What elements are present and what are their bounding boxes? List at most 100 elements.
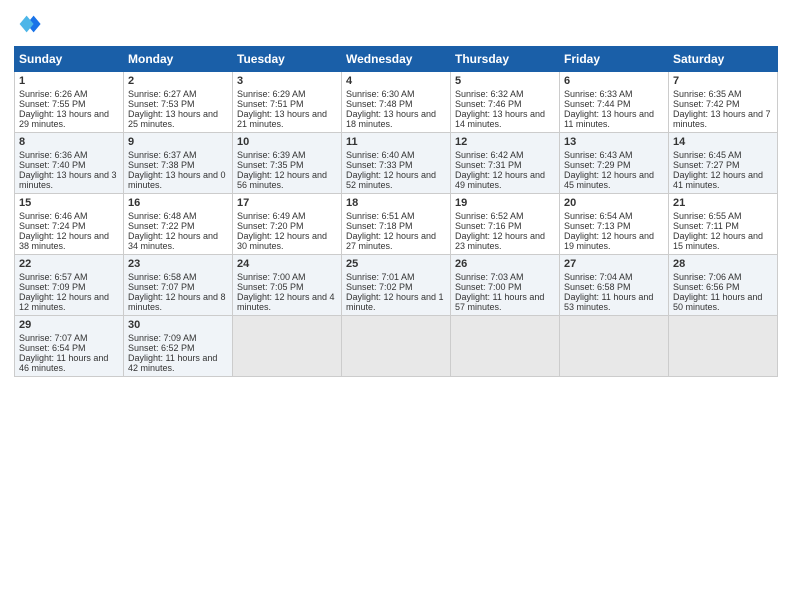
daylight: Daylight: 13 hours and 11 minutes. (564, 109, 654, 129)
col-header-thursday: Thursday (451, 47, 560, 72)
sunrise: Sunrise: 7:01 AM (346, 272, 415, 282)
daylight: Daylight: 12 hours and 52 minutes. (346, 170, 436, 190)
day-cell: 4Sunrise: 6:30 AMSunset: 7:48 PMDaylight… (342, 72, 451, 133)
daylight: Daylight: 12 hours and 23 minutes. (455, 231, 545, 251)
sunrise: Sunrise: 6:54 AM (564, 211, 633, 221)
day-number: 18 (346, 197, 446, 209)
day-number: 17 (237, 197, 337, 209)
sunrise: Sunrise: 6:48 AM (128, 211, 197, 221)
day-number: 4 (346, 75, 446, 87)
daylight: Daylight: 12 hours and 8 minutes. (128, 292, 226, 312)
day-number: 8 (19, 136, 119, 148)
sunset: Sunset: 6:54 PM (19, 343, 86, 353)
sunset: Sunset: 7:07 PM (128, 282, 195, 292)
day-cell (342, 316, 451, 377)
sunset: Sunset: 7:31 PM (455, 160, 522, 170)
day-number: 15 (19, 197, 119, 209)
daylight: Daylight: 13 hours and 7 minutes. (673, 109, 771, 129)
day-number: 10 (237, 136, 337, 148)
daylight: Daylight: 13 hours and 29 minutes. (19, 109, 109, 129)
day-number: 28 (673, 258, 773, 270)
daylight: Daylight: 13 hours and 0 minutes. (128, 170, 226, 190)
sunrise: Sunrise: 6:52 AM (455, 211, 524, 221)
sunrise: Sunrise: 6:35 AM (673, 89, 742, 99)
day-cell (669, 316, 778, 377)
day-number: 1 (19, 75, 119, 87)
sunset: Sunset: 7:00 PM (455, 282, 522, 292)
week-row-3: 15Sunrise: 6:46 AMSunset: 7:24 PMDayligh… (15, 194, 778, 255)
sunset: Sunset: 7:13 PM (564, 221, 631, 231)
calendar-table: SundayMondayTuesdayWednesdayThursdayFrid… (14, 46, 778, 377)
sunrise: Sunrise: 7:06 AM (673, 272, 742, 282)
daylight: Daylight: 13 hours and 21 minutes. (237, 109, 327, 129)
sunrise: Sunrise: 6:39 AM (237, 150, 306, 160)
day-number: 21 (673, 197, 773, 209)
day-cell: 21Sunrise: 6:55 AMSunset: 7:11 PMDayligh… (669, 194, 778, 255)
daylight: Daylight: 12 hours and 1 minute. (346, 292, 444, 312)
daylight: Daylight: 12 hours and 41 minutes. (673, 170, 763, 190)
sunset: Sunset: 6:56 PM (673, 282, 740, 292)
sunrise: Sunrise: 6:42 AM (455, 150, 524, 160)
sunset: Sunset: 7:42 PM (673, 99, 740, 109)
week-row-5: 29Sunrise: 7:07 AMSunset: 6:54 PMDayligh… (15, 316, 778, 377)
day-number: 11 (346, 136, 446, 148)
calendar-header-row: SundayMondayTuesdayWednesdayThursdayFrid… (15, 47, 778, 72)
day-cell: 2Sunrise: 6:27 AMSunset: 7:53 PMDaylight… (124, 72, 233, 133)
day-number: 22 (19, 258, 119, 270)
sunset: Sunset: 7:53 PM (128, 99, 195, 109)
day-number: 3 (237, 75, 337, 87)
daylight: Daylight: 13 hours and 3 minutes. (19, 170, 117, 190)
sunrise: Sunrise: 6:27 AM (128, 89, 197, 99)
sunset: Sunset: 7:02 PM (346, 282, 413, 292)
day-cell: 13Sunrise: 6:43 AMSunset: 7:29 PMDayligh… (560, 133, 669, 194)
sunrise: Sunrise: 6:33 AM (564, 89, 633, 99)
sunset: Sunset: 7:46 PM (455, 99, 522, 109)
sunset: Sunset: 7:35 PM (237, 160, 304, 170)
day-cell: 17Sunrise: 6:49 AMSunset: 7:20 PMDayligh… (233, 194, 342, 255)
sunrise: Sunrise: 6:36 AM (19, 150, 88, 160)
sunrise: Sunrise: 6:32 AM (455, 89, 524, 99)
day-number: 20 (564, 197, 664, 209)
daylight: Daylight: 12 hours and 19 minutes. (564, 231, 654, 251)
day-cell: 12Sunrise: 6:42 AMSunset: 7:31 PMDayligh… (451, 133, 560, 194)
header (14, 10, 778, 38)
sunrise: Sunrise: 6:26 AM (19, 89, 88, 99)
day-cell: 3Sunrise: 6:29 AMSunset: 7:51 PMDaylight… (233, 72, 342, 133)
day-cell (560, 316, 669, 377)
day-cell: 16Sunrise: 6:48 AMSunset: 7:22 PMDayligh… (124, 194, 233, 255)
day-number: 7 (673, 75, 773, 87)
day-cell: 19Sunrise: 6:52 AMSunset: 7:16 PMDayligh… (451, 194, 560, 255)
col-header-friday: Friday (560, 47, 669, 72)
daylight: Daylight: 12 hours and 49 minutes. (455, 170, 545, 190)
day-cell: 26Sunrise: 7:03 AMSunset: 7:00 PMDayligh… (451, 255, 560, 316)
sunrise: Sunrise: 6:37 AM (128, 150, 197, 160)
daylight: Daylight: 12 hours and 38 minutes. (19, 231, 109, 251)
page-container: SundayMondayTuesdayWednesdayThursdayFrid… (0, 0, 792, 612)
day-number: 27 (564, 258, 664, 270)
day-number: 14 (673, 136, 773, 148)
week-row-4: 22Sunrise: 6:57 AMSunset: 7:09 PMDayligh… (15, 255, 778, 316)
sunrise: Sunrise: 6:45 AM (673, 150, 742, 160)
sunset: Sunset: 7:29 PM (564, 160, 631, 170)
daylight: Daylight: 13 hours and 18 minutes. (346, 109, 436, 129)
sunset: Sunset: 7:44 PM (564, 99, 631, 109)
logo (14, 10, 44, 38)
sunset: Sunset: 7:20 PM (237, 221, 304, 231)
day-number: 9 (128, 136, 228, 148)
sunset: Sunset: 7:16 PM (455, 221, 522, 231)
sunset: Sunset: 7:48 PM (346, 99, 413, 109)
col-header-sunday: Sunday (15, 47, 124, 72)
sunrise: Sunrise: 6:46 AM (19, 211, 88, 221)
daylight: Daylight: 11 hours and 57 minutes. (455, 292, 544, 312)
sunset: Sunset: 7:22 PM (128, 221, 195, 231)
daylight: Daylight: 12 hours and 15 minutes. (673, 231, 763, 251)
sunset: Sunset: 7:38 PM (128, 160, 195, 170)
daylight: Daylight: 11 hours and 42 minutes. (128, 353, 217, 373)
day-cell: 24Sunrise: 7:00 AMSunset: 7:05 PMDayligh… (233, 255, 342, 316)
daylight: Daylight: 12 hours and 4 minutes. (237, 292, 335, 312)
sunset: Sunset: 7:24 PM (19, 221, 86, 231)
sunrise: Sunrise: 6:58 AM (128, 272, 197, 282)
sunrise: Sunrise: 6:55 AM (673, 211, 742, 221)
sunrise: Sunrise: 6:29 AM (237, 89, 306, 99)
day-cell: 6Sunrise: 6:33 AMSunset: 7:44 PMDaylight… (560, 72, 669, 133)
